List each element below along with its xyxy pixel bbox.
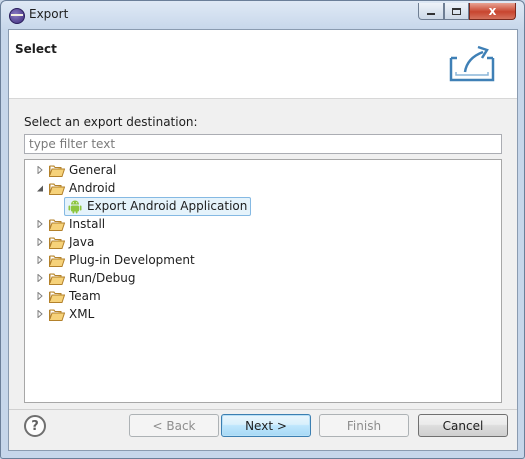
- help-button[interactable]: ?: [24, 415, 46, 437]
- title-bar[interactable]: Export x: [1, 1, 524, 29]
- export-dialog: Export x Select Select an export destina…: [0, 0, 525, 459]
- tree-item-label: Java: [69, 235, 95, 249]
- help-icon: ?: [31, 418, 39, 434]
- selected-item[interactable]: Export Android Application: [64, 196, 252, 216]
- tree-item-label: General: [69, 163, 117, 177]
- folder-icon: [49, 291, 65, 303]
- tree-item-label: Install: [69, 217, 106, 231]
- expand-arrow-icon[interactable]: [35, 291, 45, 301]
- expand-arrow-icon[interactable]: [35, 273, 45, 283]
- tree-item-label: Android: [69, 181, 116, 195]
- tree-item-install[interactable]: Install: [35, 215, 105, 233]
- expand-arrow-icon[interactable]: [35, 309, 45, 319]
- wizard-header: Select: [9, 30, 517, 99]
- folder-icon: [49, 255, 65, 267]
- tree-item-team[interactable]: Team: [35, 287, 101, 305]
- next-button[interactable]: Next >: [221, 414, 311, 437]
- tree-item-plug-in-development[interactable]: Plug-in Development: [35, 251, 195, 269]
- window-title: Export: [29, 7, 69, 21]
- filter-input[interactable]: [24, 134, 502, 154]
- folder-icon: [49, 219, 65, 231]
- tree-item-label: Team: [69, 289, 101, 303]
- open-folder-icon: [49, 183, 65, 195]
- tree-item-label: XML: [69, 307, 95, 321]
- collapse-arrow-icon[interactable]: [35, 183, 45, 193]
- tree-item-label: Run/Debug: [69, 271, 136, 285]
- back-button[interactable]: < Back: [129, 414, 219, 437]
- expand-arrow-icon[interactable]: [35, 255, 45, 265]
- tree-item-java[interactable]: Java: [35, 233, 94, 251]
- close-icon: x: [488, 4, 497, 18]
- tree-item-export-android-application[interactable]: Export Android Application: [64, 196, 252, 216]
- finish-button[interactable]: Finish: [319, 414, 409, 437]
- tree-item-label: Export Android Application: [87, 199, 248, 213]
- cancel-button[interactable]: Cancel: [418, 414, 508, 437]
- expand-arrow-icon[interactable]: [35, 237, 45, 247]
- expand-arrow-icon[interactable]: [35, 219, 45, 229]
- maximize-button[interactable]: [444, 3, 469, 20]
- folder-icon: [49, 165, 65, 177]
- minimize-icon: [427, 13, 435, 15]
- maximize-icon: [452, 7, 461, 15]
- tree-item-label: Plug-in Development: [69, 253, 195, 267]
- export-icon: [449, 45, 495, 82]
- eclipse-icon: [9, 8, 25, 24]
- tree-item-xml[interactable]: XML: [35, 305, 94, 323]
- dialog-body: Select Select an export destination: Gen…: [8, 29, 518, 451]
- folder-icon: [49, 309, 65, 321]
- button-bar-divider: [9, 409, 517, 410]
- tree-item-android[interactable]: Android: [35, 179, 115, 197]
- tree-item-run-debug[interactable]: Run/Debug: [35, 269, 136, 287]
- folder-icon: [49, 273, 65, 285]
- destination-prompt: Select an export destination:: [24, 115, 198, 129]
- page-title: Select: [15, 42, 57, 56]
- close-button[interactable]: x: [469, 3, 516, 20]
- android-icon: [68, 200, 82, 214]
- folder-icon: [49, 237, 65, 249]
- tree-item-general[interactable]: General: [35, 161, 116, 179]
- destination-tree[interactable]: General Android Export Android Applicati…: [24, 159, 502, 403]
- expand-arrow-icon[interactable]: [35, 165, 45, 175]
- minimize-button[interactable]: [418, 3, 444, 20]
